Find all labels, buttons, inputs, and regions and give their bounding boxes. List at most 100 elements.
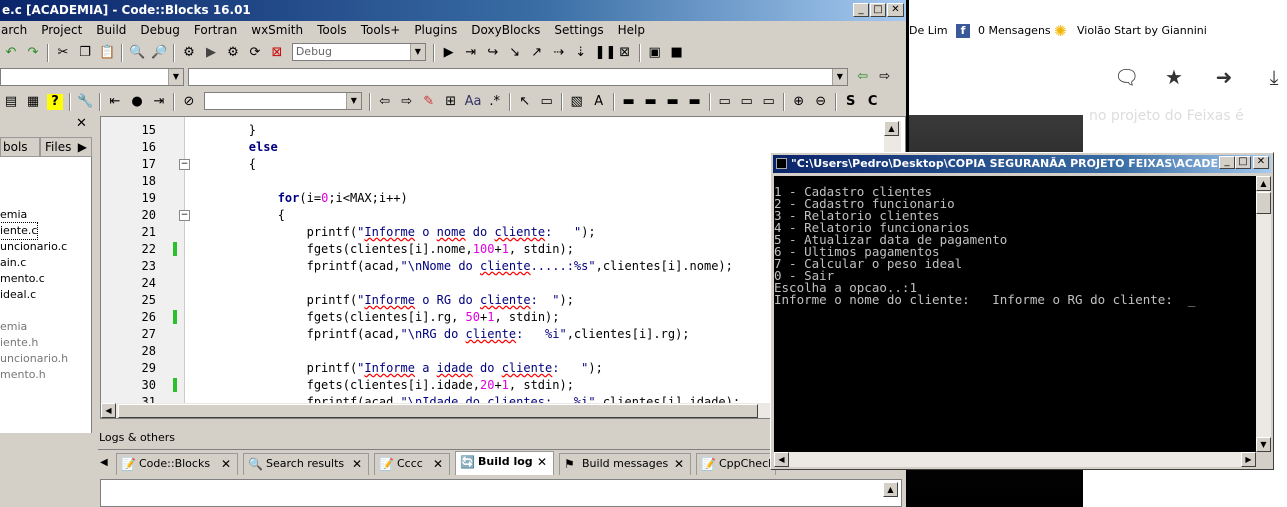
selected-text-icon[interactable]: ⊞ xyxy=(443,94,459,110)
doxy-icon[interactable]: ▤ xyxy=(3,94,19,110)
scroll-left-icon[interactable]: ◀ xyxy=(101,403,116,418)
stop-debug-icon[interactable]: ⊠ xyxy=(617,45,633,61)
scroll-up-icon[interactable]: ▲ xyxy=(884,121,899,136)
code-line[interactable]: fgets(clientes[i].rg, 50+1, stdin); xyxy=(191,309,560,326)
block-3-icon[interactable]: ▬ xyxy=(665,94,681,110)
console-output[interactable]: 1 - Cadastro clientes 2 - Cadastro funcio… xyxy=(774,176,1256,452)
log-content[interactable]: ▲ xyxy=(100,479,902,507)
menu-item[interactable]: Tools xyxy=(316,23,348,37)
tree-item[interactable]: iente.h xyxy=(0,335,38,351)
next-line-icon[interactable]: ↪ xyxy=(485,45,501,61)
tab-files[interactable]: Files ▶ xyxy=(40,137,92,157)
prev-bookmark-icon[interactable]: ⇤ xyxy=(107,94,123,110)
code-line[interactable]: for(i=0;i<MAX;i++) xyxy=(191,190,408,207)
step-out-icon[interactable]: ↗ xyxy=(529,45,545,61)
s-icon[interactable]: S xyxy=(843,94,859,110)
horizontal-scrollbar[interactable]: ◀ xyxy=(101,403,885,418)
toggle-bookmark-icon[interactable]: ● xyxy=(129,94,145,110)
search-combo[interactable]: ▼ xyxy=(203,92,362,110)
select-icon[interactable]: ↖ xyxy=(517,94,533,110)
pause-icon[interactable]: ❚❚ xyxy=(595,45,617,61)
menu-item[interactable]: Settings xyxy=(553,23,604,37)
tree-item[interactable]: mento.c xyxy=(0,271,45,287)
filter-icon[interactable]: ⊘ xyxy=(181,94,197,110)
tree-item[interactable]: ideal.c xyxy=(0,287,36,303)
code-line[interactable]: printf("Informe o RG do cliente: "); xyxy=(191,292,574,309)
code-line[interactable]: fgets(clientes[i].idade,20+1, stdin); xyxy=(191,377,574,394)
block-4-icon[interactable]: ▬ xyxy=(687,94,703,110)
shape-1-icon[interactable]: ▭ xyxy=(717,94,733,110)
console-maximize-button[interactable]: □ xyxy=(1235,156,1251,169)
close-icon[interactable]: ✕ xyxy=(76,116,87,131)
paste-icon[interactable]: 📋 xyxy=(99,45,115,61)
shape-3-icon[interactable]: ▭ xyxy=(761,94,777,110)
debug-run-icon[interactable]: ▶ xyxy=(441,45,457,61)
copy-icon[interactable]: ❐ xyxy=(77,45,93,61)
tree-item[interactable]: emia xyxy=(0,207,27,223)
debug-windows-icon[interactable]: ▣ xyxy=(647,45,663,61)
horizontal-scroll-thumb[interactable] xyxy=(118,404,758,418)
menu-item[interactable]: Debug xyxy=(139,23,180,37)
menu-item[interactable]: wxSmith xyxy=(250,23,304,37)
help-icon[interactable]: ? xyxy=(47,94,63,110)
tree-item[interactable]: uncionario.h xyxy=(0,351,68,367)
code-line[interactable]: fprintf(acad,"\nNome do cliente.....:%s"… xyxy=(191,258,733,275)
next-bookmark-icon[interactable]: ⇥ xyxy=(151,94,167,110)
scroll-left-icon[interactable]: ◀ xyxy=(774,452,789,467)
menu-item[interactable]: Build xyxy=(95,23,127,37)
zoom-in-icon[interactable]: ⊕ xyxy=(791,94,807,110)
redo-icon[interactable]: ↷ xyxy=(25,45,41,61)
next-instruction-icon[interactable]: ⇢ xyxy=(551,45,567,61)
tree-item[interactable]: emia xyxy=(0,319,27,335)
console-scroll-thumb[interactable] xyxy=(1256,192,1271,214)
close-icon[interactable]: ✕ xyxy=(352,454,362,474)
log-tab[interactable]: 🔄 Build log ✕ xyxy=(455,451,554,475)
build-gear-icon[interactable]: ⚙ xyxy=(181,45,197,61)
code-line[interactable]: fprintf(acad,"\nRG do cliente: %i",clien… xyxy=(191,326,690,343)
menu-item[interactable]: Fortran xyxy=(193,23,238,37)
star-icon[interactable]: ★ xyxy=(1163,66,1185,88)
comment-icon[interactable]: 🗨 xyxy=(1114,66,1139,88)
zoom-out-icon[interactable]: ⊖ xyxy=(813,94,829,110)
close-icon[interactable]: ✕ xyxy=(433,454,443,474)
find-next-icon[interactable]: ⇨ xyxy=(399,94,415,110)
menu-item[interactable]: Plugins xyxy=(413,23,458,37)
close-icon[interactable]: ✕ xyxy=(221,454,231,474)
abort-icon[interactable]: ⊠ xyxy=(269,45,285,61)
cut-icon[interactable]: ✂ xyxy=(55,45,71,61)
menu-item[interactable]: Tools+ xyxy=(360,23,402,37)
maximize-button[interactable]: □ xyxy=(870,3,886,17)
step-into-icon[interactable]: ↘ xyxy=(507,45,523,61)
code-line[interactable]: } xyxy=(191,122,256,139)
rebuild-icon[interactable]: ⟳ xyxy=(247,45,263,61)
log-tab[interactable]: 🔍 Search results ✕ xyxy=(243,453,369,475)
code-line[interactable]: { xyxy=(191,156,256,173)
scroll-down-icon[interactable]: ▼ xyxy=(1256,437,1271,452)
console-horizontal-scrollbar[interactable]: ◀ ▶ xyxy=(774,452,1256,467)
tree-item[interactable]: ain.c xyxy=(0,255,26,271)
code-line[interactable]: { xyxy=(191,207,285,224)
run-icon[interactable]: ▶ xyxy=(203,45,219,61)
log-tab[interactable]: ⚑ Build messages ✕ xyxy=(559,453,691,475)
build-run-icon[interactable]: ⚙ xyxy=(225,45,241,61)
text-frame-icon[interactable]: A xyxy=(591,94,607,110)
download-icon[interactable]: ⤓ xyxy=(1263,66,1285,88)
replace-icon[interactable]: 🔎 xyxy=(151,45,167,61)
run-to-cursor-icon[interactable]: ⇥ xyxy=(463,45,479,61)
scroll-right-icon[interactable]: ▶ xyxy=(1241,452,1256,467)
menu-item[interactable]: arch xyxy=(0,23,28,37)
bookmark-delim[interactable]: De Lim xyxy=(909,18,948,44)
panel-splitter[interactable] xyxy=(92,115,100,427)
regex-icon[interactable]: .* xyxy=(487,94,503,110)
wrench-icon[interactable]: 🔧 xyxy=(77,94,93,110)
match-case-icon[interactable]: Aa xyxy=(465,94,482,110)
tab-symbols[interactable]: bols xyxy=(0,137,40,157)
tree-item[interactable]: mento.h xyxy=(0,367,46,383)
log-tab[interactable]: 📝 CppCheck xyxy=(696,453,776,475)
code-line[interactable]: printf("Informe a idade do cliente: "); xyxy=(191,360,603,377)
arrow-right-icon[interactable]: ➜ xyxy=(1213,66,1235,88)
code-line[interactable]: fgets(clientes[i].nome,100+1, stdin); xyxy=(191,241,574,258)
function-select[interactable]: ▼ xyxy=(187,68,848,86)
scroll-up-icon[interactable]: ▲ xyxy=(883,482,898,497)
block-1-icon[interactable]: ▬ xyxy=(621,94,637,110)
